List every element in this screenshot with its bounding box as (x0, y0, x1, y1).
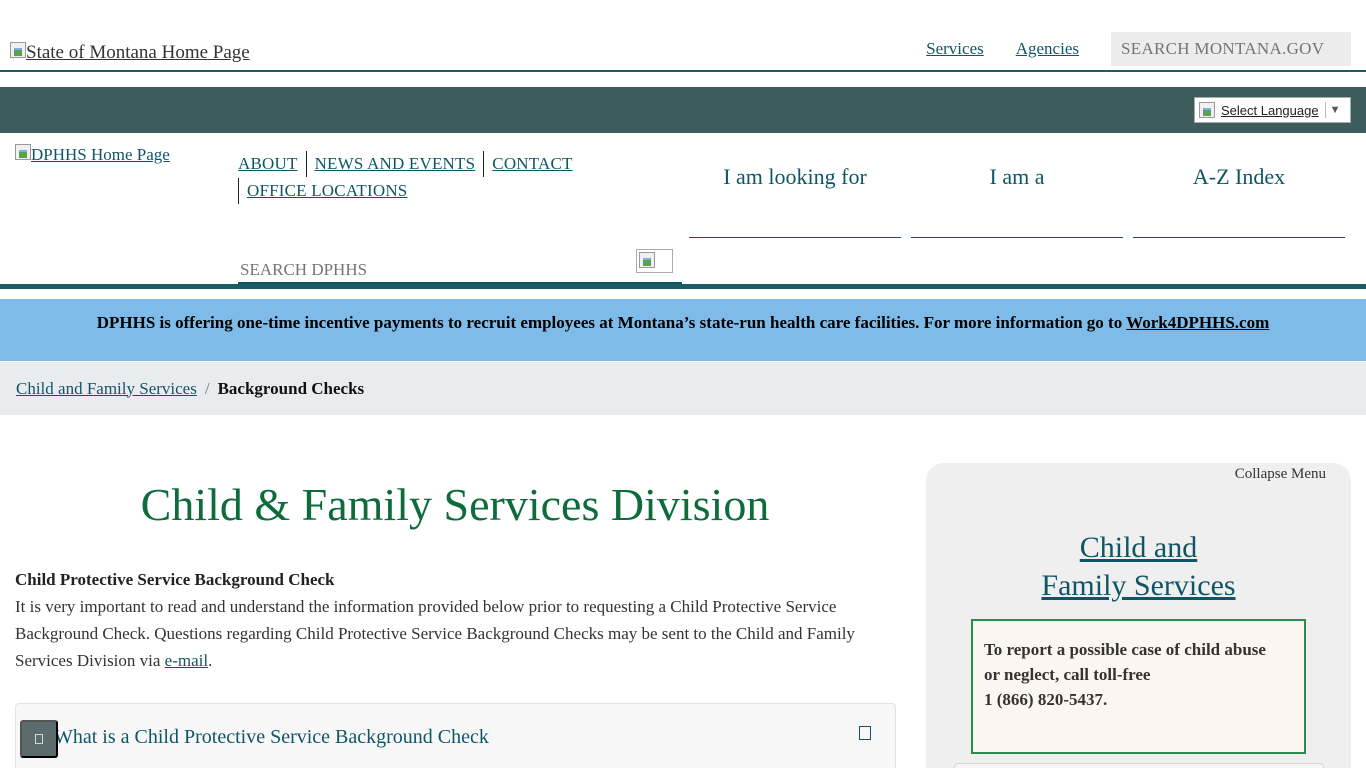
breadcrumb-current-page: Background Checks (217, 378, 365, 398)
dphhs-main-nav: ABOUT NEWS AND EVENTS CONTACT OFFICE LOC… (238, 150, 638, 204)
i-am-looking-for-dropdown[interactable]: I am looking for (689, 164, 901, 238)
montana-search-input[interactable] (1111, 32, 1351, 66)
a-z-index-link[interactable]: A-Z Index (1133, 164, 1345, 238)
nav-row-1: ABOUT NEWS AND EVENTS CONTACT (238, 150, 638, 177)
accordion-item[interactable]: What is a Child Protective Service Backg… (15, 703, 896, 768)
dphhs-logo-link[interactable]: DPHHS Home Page (15, 144, 170, 165)
alert-banner: DPHHS is offering one-time incentive pay… (0, 299, 1366, 361)
accordion-title[interactable]: What is a Child Protective Service Backg… (54, 726, 489, 749)
nav-divider (238, 177, 239, 204)
state-nav: Services Agencies (926, 32, 1366, 66)
intro-paragraph-text: It is very important to read and underst… (15, 597, 855, 670)
google-translate-icon (1199, 102, 1215, 118)
header-divider (0, 284, 1366, 289)
language-divider (1324, 102, 1326, 118)
search-submit-button[interactable] (636, 249, 673, 273)
sidebar-menu: Collapse Menu Child and Family Services … (926, 463, 1351, 768)
intro-paragraph-end: . (208, 651, 213, 670)
broken-image-icon (10, 42, 26, 58)
language-selector-label: Select Language (1221, 102, 1319, 118)
back-to-top-button[interactable] (20, 720, 58, 758)
arrow-up-icon (35, 734, 43, 744)
email-link[interactable]: e-mail (165, 651, 208, 670)
report-phone-number: 1 (866) 820-5437. (984, 690, 1108, 709)
report-line-2: or neglect, call toll-free (984, 665, 1151, 684)
agencies-link[interactable]: Agencies (1016, 39, 1079, 59)
state-logo-alt-text: State of Montana Home Page (26, 42, 250, 63)
broken-image-icon (15, 144, 31, 160)
breadcrumb-separator: / (204, 378, 210, 398)
section-heading: Child Protective Service Background Chec… (15, 570, 335, 589)
sidebar-next-section (954, 763, 1324, 768)
dphhs-search-input[interactable] (238, 250, 682, 285)
collapse-menu-button[interactable]: Collapse Menu (1235, 466, 1326, 483)
dropdown-arrow-icon: ▼ (1329, 104, 1341, 116)
nav-news-and-events[interactable]: NEWS AND EVENTS (315, 154, 476, 174)
page-title: Child & Family Services Division (140, 479, 770, 530)
nav-about[interactable]: ABOUT (238, 154, 298, 174)
report-abuse-callout: To report a possible case of child abuse… (971, 619, 1306, 754)
state-header: State of Montana Home Page Services Agen… (0, 0, 1366, 72)
i-am-a-dropdown[interactable]: I am a (911, 164, 1123, 238)
expand-icon[interactable] (859, 726, 871, 740)
breadcrumb: Child and Family Services / Background C… (0, 362, 1366, 415)
services-link[interactable]: Services (926, 39, 984, 59)
sidebar-title-line-2: Family Services (1041, 569, 1236, 602)
nav-divider (483, 150, 485, 177)
nav-office-locations[interactable]: OFFICE LOCATIONS (247, 181, 407, 201)
nav-divider (305, 150, 307, 177)
dphhs-logo-alt-text: DPHHS Home Page (31, 145, 170, 164)
sidebar-title-line-1: Child and (1079, 531, 1198, 564)
report-line-1: To report a possible case of child abuse (984, 640, 1266, 659)
alert-text: DPHHS is offering one-time incentive pay… (96, 313, 1127, 332)
breadcrumb-child-family-services[interactable]: Child and Family Services (16, 379, 197, 399)
intro-text: Child Protective Service Background Chec… (15, 566, 895, 674)
language-band: Select Language ▼ (0, 87, 1366, 133)
sidebar-title-link[interactable]: Child and Family Services (926, 529, 1351, 605)
work4dphhs-link[interactable]: Work4DPHHS.com (1126, 313, 1269, 332)
intro-paragraph: It is very important to read and underst… (15, 593, 895, 674)
search-icon (639, 252, 655, 268)
nav-row-2: OFFICE LOCATIONS (238, 177, 638, 204)
state-of-montana-logo-link[interactable]: State of Montana Home Page (10, 36, 250, 64)
nav-contact[interactable]: CONTACT (492, 154, 572, 174)
language-selector[interactable]: Select Language ▼ (1194, 97, 1351, 123)
